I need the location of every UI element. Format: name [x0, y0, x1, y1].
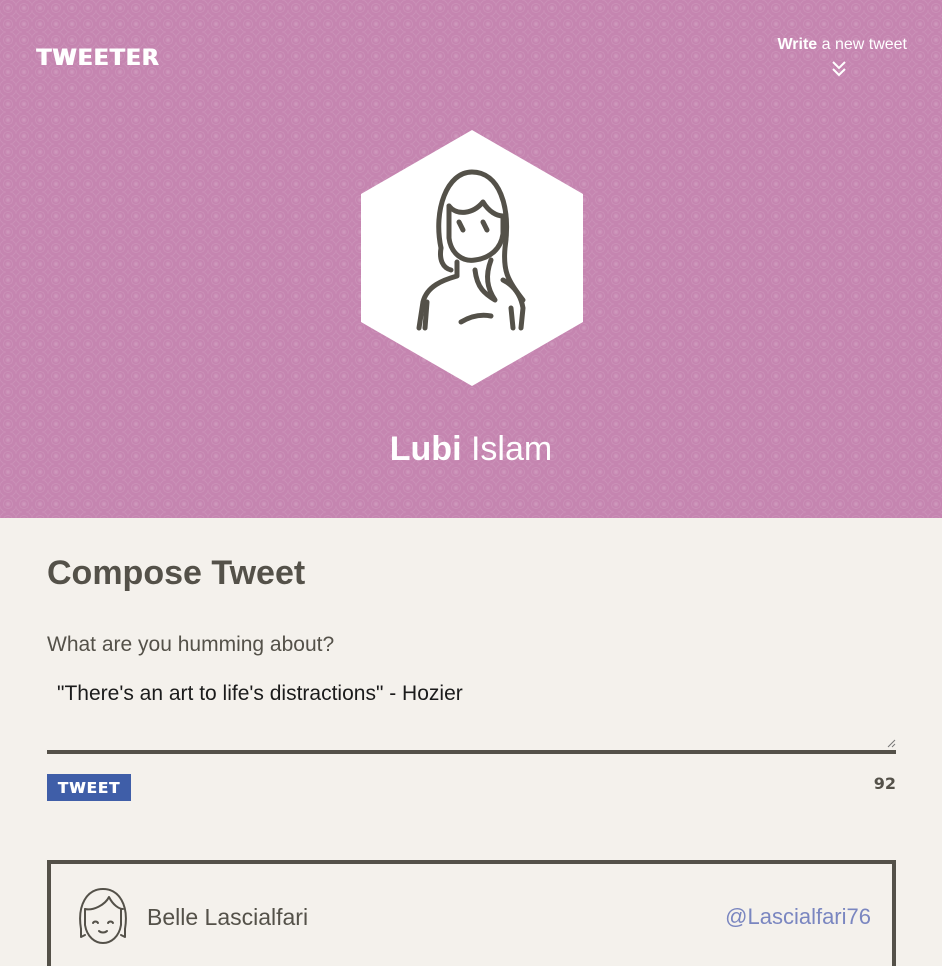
tweet-textarea[interactable] [47, 672, 896, 754]
last-name: Islam [470, 430, 553, 468]
tweet-author-handle[interactable]: @Lascialfari76 [725, 904, 871, 930]
tweet-button[interactable]: TWEET [47, 774, 131, 801]
write-link-rest[interactable]: a new tweet [817, 36, 907, 53]
tweet-card: Belle Lascialfari @Lascialfari76 [47, 860, 896, 966]
first-name: Lubi [389, 430, 462, 468]
tweet-author-name: Belle Lascialfari [147, 904, 309, 930]
tweet-avatar-icon [79, 888, 127, 944]
compose-title: Compose Tweet [47, 554, 306, 592]
app-logo[interactable]: TWEETER [36, 46, 159, 71]
write-link-bold[interactable]: Write [777, 36, 817, 53]
double-chevron-down-icon[interactable] [831, 60, 847, 78]
profile-header: TWEETER Write a new tweet Lubi Islam [0, 0, 942, 518]
character-counter: 92 [873, 774, 896, 793]
profile-name: Lubi Islam [0, 430, 942, 469]
profile-avatar [361, 130, 583, 386]
compose-label: What are you humming about? [47, 633, 335, 656]
write-new-tweet-link[interactable]: Write a new tweet [747, 36, 907, 54]
resize-grip-icon[interactable] [886, 738, 896, 748]
